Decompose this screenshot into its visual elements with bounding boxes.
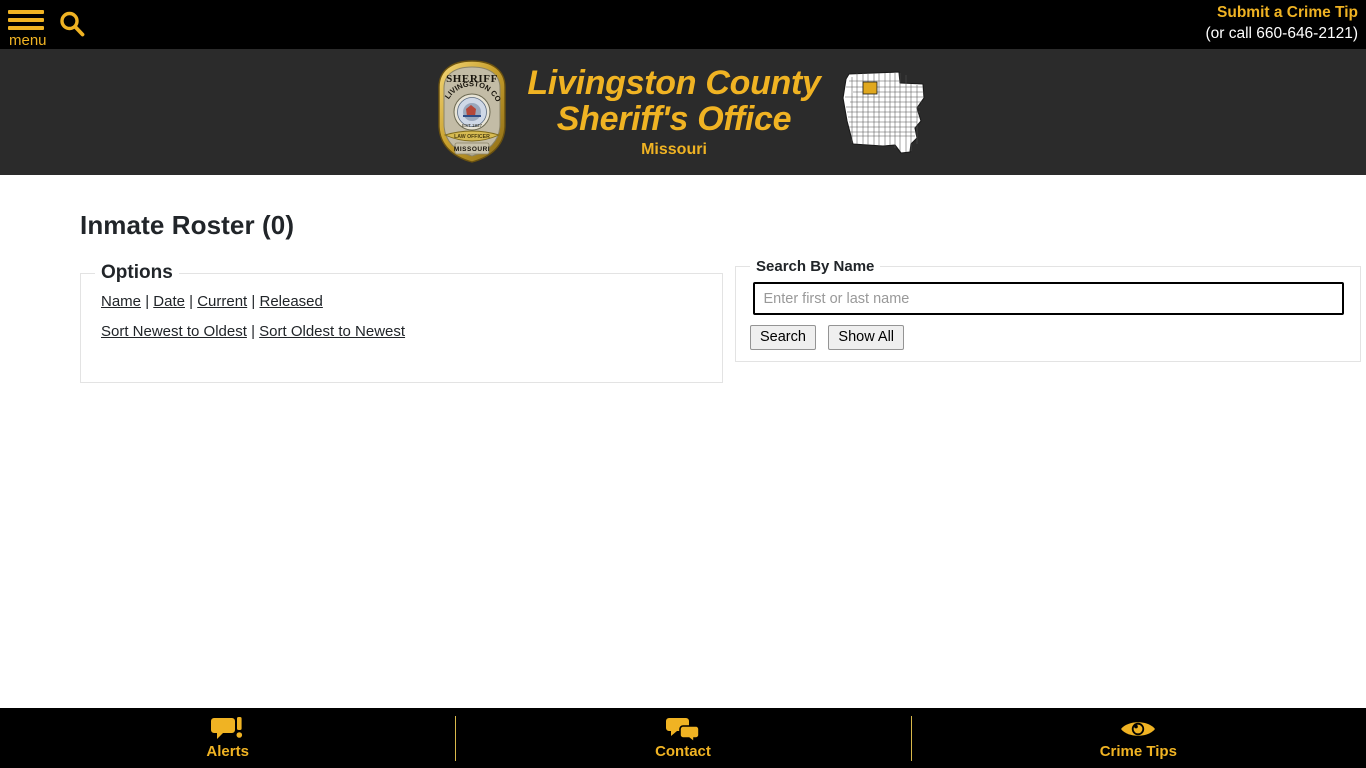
footer-bar: Alerts Contact Crime Tips [0, 708, 1366, 768]
footer-item-crime-tips[interactable]: Crime Tips [910, 708, 1366, 768]
sheriff-badge-icon: SHERIFF LIVINGSTON CO. EST 1837 LAW OFFI… [432, 52, 511, 165]
search-button[interactable]: Search [750, 325, 816, 350]
options-sort-row: Sort Newest to Oldest | Sort Oldest to N… [101, 323, 722, 340]
separator: | [251, 323, 255, 340]
sort-newest-to-oldest-link[interactable]: Sort Newest to Oldest [101, 323, 247, 340]
options-legend: Options [101, 262, 173, 283]
footer-label-crime-tips: Crime Tips [1099, 743, 1177, 760]
separator: | [145, 293, 150, 310]
search-input[interactable] [752, 282, 1344, 315]
page-title: Inmate Roster (0) [80, 210, 295, 240]
search-panel: Search By Name Search Show All [735, 258, 1361, 362]
top-bar: menu Submit a Crime Tip (or call 660-646… [0, 0, 1366, 49]
filter-link-date[interactable]: Date [153, 293, 185, 310]
missouri-state-map-icon [837, 65, 933, 159]
svg-text:EST 1837: EST 1837 [462, 123, 482, 128]
banner-title-line2: Sheriff's Office [556, 100, 792, 138]
two-speech-bubbles-icon [665, 716, 700, 744]
filter-link-name[interactable]: Name [101, 293, 141, 310]
footer-item-contact[interactable]: Contact [455, 708, 910, 768]
search-icon[interactable] [57, 9, 87, 39]
footer-item-alerts[interactable]: Alerts [0, 708, 455, 768]
show-all-button[interactable]: Show All [828, 325, 905, 350]
submit-crime-tip-link[interactable]: Submit a Crime Tip [1205, 2, 1358, 23]
filter-link-current[interactable]: Current [197, 293, 247, 310]
crime-tip-block: Submit a Crime Tip (or call 660-646-2121… [1205, 2, 1358, 44]
options-panel: Options Name | Date | Current | Released… [80, 262, 723, 383]
svg-text:MISSOURI: MISSOURI [454, 146, 490, 153]
crime-tip-phone: (or call 660-646-2121) [1205, 25, 1358, 42]
banner-subtitle: Missouri [641, 141, 707, 158]
speech-bubble-alert-icon [210, 716, 245, 742]
separator: | [189, 293, 194, 310]
separator: | [251, 293, 256, 310]
banner-title-line1: Livingston County [527, 64, 821, 102]
search-legend: Search By Name [756, 258, 875, 275]
hamburger-icon [8, 10, 44, 30]
banner-title-block: Livingston County Sheriff's Office Misso… [527, 64, 821, 159]
filter-link-released[interactable]: Released [259, 293, 322, 310]
site-banner: SHERIFF LIVINGSTON CO. EST 1837 LAW OFFI… [0, 49, 1366, 175]
footer-label-alerts: Alerts [206, 743, 249, 760]
svg-text:LAW OFFICER: LAW OFFICER [454, 134, 490, 140]
footer-label-contact: Contact [655, 743, 711, 760]
sort-oldest-to-newest-link[interactable]: Sort Oldest to Newest [259, 323, 405, 340]
search-button-row: Search Show All [750, 325, 1360, 350]
eye-icon [1119, 716, 1157, 742]
menu-label: menu [9, 32, 47, 49]
menu-button[interactable]: menu [8, 6, 48, 48]
options-filter-row: Name | Date | Current | Released [101, 293, 722, 310]
